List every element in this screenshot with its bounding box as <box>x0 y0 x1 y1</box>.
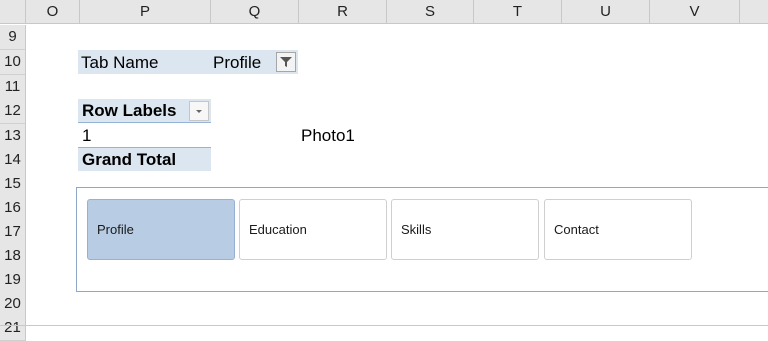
row-header-16[interactable]: 16 <box>0 196 26 221</box>
column-header-t[interactable]: T <box>474 0 562 24</box>
tab-name-slicer[interactable]: Profile Education Skills Contact <box>76 187 768 292</box>
pivot-row-value: Photo1 <box>301 126 355 145</box>
slicer-item-education[interactable]: Education <box>239 199 387 260</box>
pivot-row-label: 1 <box>82 126 92 145</box>
pivot-filter-button[interactable] <box>276 52 296 72</box>
row-header-15[interactable]: 15 <box>0 172 26 197</box>
pivot-row-labels-header: Row Labels <box>82 101 177 120</box>
row-header-13[interactable]: 13 <box>0 124 26 149</box>
column-header-q[interactable]: Q <box>211 0 299 24</box>
row-labels-dropdown-button[interactable] <box>189 101 209 121</box>
sheet-bottom-edge <box>0 325 768 326</box>
column-header-w[interactable] <box>740 0 768 24</box>
pivot-grand-total-label: Grand Total <box>82 150 177 169</box>
row-header-12[interactable]: 12 <box>0 99 26 124</box>
column-header-r[interactable]: R <box>299 0 387 24</box>
pivot-filter-value: Profile <box>213 53 262 72</box>
row-header-14[interactable]: 14 <box>0 148 26 173</box>
row-header-18[interactable]: 18 <box>0 244 26 269</box>
select-all-corner[interactable] <box>0 0 26 24</box>
row-header-11[interactable]: 11 <box>0 75 26 100</box>
row-header-19[interactable]: 19 <box>0 268 26 293</box>
slicer-item-profile[interactable]: Profile <box>87 199 235 260</box>
column-header-s[interactable]: S <box>387 0 474 24</box>
slicer-item-contact[interactable]: Contact <box>544 199 692 260</box>
column-header-v[interactable]: V <box>650 0 740 24</box>
row-header-17[interactable]: 17 <box>0 220 26 245</box>
slicer-item-skills[interactable]: Skills <box>391 199 539 260</box>
row-header-9[interactable]: 9 <box>0 25 26 50</box>
column-header-o[interactable]: O <box>26 0 80 24</box>
row-header-10[interactable]: 10 <box>0 50 26 75</box>
row-header-20[interactable]: 20 <box>0 292 26 317</box>
column-header-p[interactable]: P <box>80 0 211 24</box>
column-header-u[interactable]: U <box>562 0 650 24</box>
pivot-filter-label: Tab Name <box>81 53 159 72</box>
filter-funnel-icon <box>280 57 292 67</box>
dropdown-arrow-icon <box>196 110 202 113</box>
